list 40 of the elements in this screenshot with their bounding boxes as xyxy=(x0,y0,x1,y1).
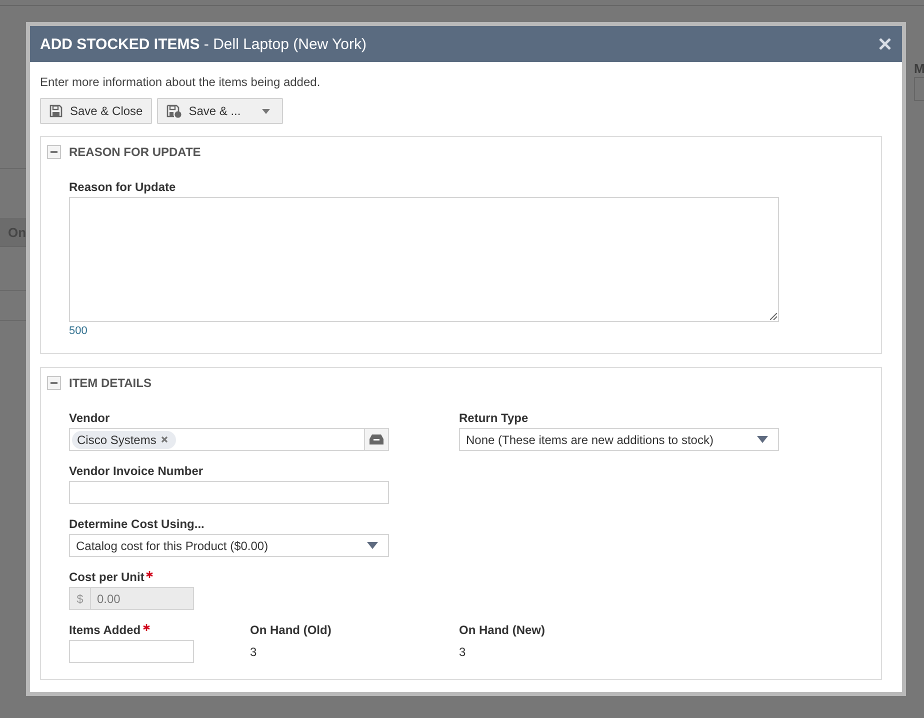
section-title: REASON FOR UPDATE xyxy=(69,145,201,159)
dropdown-field[interactable]: None (These items are new additions to stock) xyxy=(459,428,779,451)
resize-grip-icon[interactable] xyxy=(770,313,777,320)
save-icon xyxy=(49,104,63,118)
save-close-button[interactable]: Save & Close xyxy=(40,98,152,124)
lookup-button[interactable] xyxy=(364,429,388,450)
field-label: Cost per Unit xyxy=(69,570,144,584)
field-label: Determine Cost Using... xyxy=(69,517,204,531)
field-label: On Hand (Old) xyxy=(250,623,332,637)
dropdown-arrow-icon xyxy=(367,542,378,549)
dialog-title: ADD STOCKED ITEMS - Dell Laptop (New York) xyxy=(40,36,366,52)
collapse-icon[interactable] xyxy=(47,376,61,390)
vendor-tag: Cisco Systems xyxy=(72,430,176,448)
field-label: Vendor xyxy=(69,411,110,425)
dropdown-arrow-icon xyxy=(757,436,768,443)
field-label: Return Type xyxy=(459,411,528,425)
field-value: Catalog cost for this Product ($0.00) xyxy=(76,538,268,552)
field-value: 3 xyxy=(459,645,466,659)
field-label: Reason for Update xyxy=(69,180,176,194)
field-value: None (These items are new additions to stock) xyxy=(466,432,714,446)
input-field[interactable] xyxy=(69,481,389,504)
close-icon[interactable] xyxy=(878,37,892,51)
inbox-tray-icon xyxy=(369,434,384,445)
field-value: 3 xyxy=(250,645,257,659)
field-label: M xyxy=(914,61,924,76)
collapse-icon[interactable] xyxy=(47,145,61,159)
intro-text: Enter more information about the items being added. xyxy=(40,75,322,89)
field-label: On Hand (New) xyxy=(459,623,545,637)
field-value: 0.00 xyxy=(96,592,120,606)
section-title: ITEM DETAILS xyxy=(69,376,152,390)
field-label: Items Added xyxy=(69,623,141,637)
remove-icon[interactable] xyxy=(161,436,168,443)
input-field[interactable] xyxy=(69,640,194,663)
field-label: Vendor Invoice Number xyxy=(69,464,204,478)
save-icon xyxy=(166,104,182,118)
caret-icon xyxy=(262,108,270,114)
vendor-field[interactable]: Cisco Systems xyxy=(69,428,389,451)
save-menu-button[interactable]: Save & ... xyxy=(156,98,283,124)
character-counter: 500 xyxy=(69,325,88,337)
dropdown-field[interactable]: Catalog cost for this Product ($0.00) xyxy=(69,534,389,557)
